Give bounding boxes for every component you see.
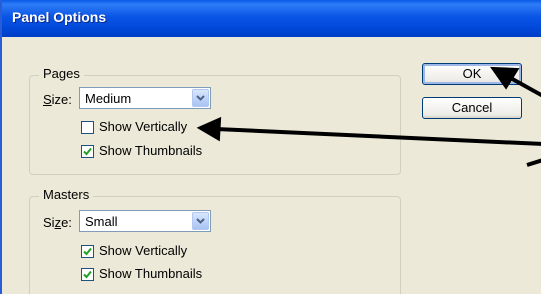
ok-button[interactable]: OK xyxy=(422,63,522,85)
chevron-down-icon[interactable] xyxy=(192,212,209,230)
dialog-title: Panel Options xyxy=(12,9,107,25)
pages-size-label: Size: xyxy=(43,92,72,107)
pages-group-label: Pages xyxy=(39,66,84,81)
pages-show-vertically-label: Show Vertically xyxy=(99,119,188,134)
masters-size-label: Size: xyxy=(43,215,72,230)
title-bar[interactable]: Panel Options xyxy=(2,0,541,37)
masters-size-label-first: Si xyxy=(43,215,55,230)
checkmark-icon xyxy=(83,270,92,279)
pages-size-label-rest: ize: xyxy=(51,92,72,107)
masters-show-vertically-checkbox[interactable] xyxy=(81,245,94,258)
checkmark-icon xyxy=(83,147,92,156)
pages-show-thumbnails-checkbox[interactable] xyxy=(81,145,94,158)
pages-size-select[interactable]: Medium xyxy=(79,87,211,109)
checkmark-icon xyxy=(83,247,92,256)
masters-size-select[interactable]: Small xyxy=(79,210,211,232)
pages-show-vertically-checkbox[interactable] xyxy=(81,121,94,134)
masters-size-label-rest: e: xyxy=(61,215,72,230)
masters-size-value: Small xyxy=(85,214,118,229)
masters-show-thumbnails-checkbox[interactable] xyxy=(81,268,94,281)
pages-show-thumbnails-label: Show Thumbnails xyxy=(99,143,203,158)
panel-options-dialog: Panel Options Pages Size: Medium Show Ve… xyxy=(0,0,541,294)
pages-size-label-accel: S xyxy=(43,92,52,107)
annotation-arrow-partial xyxy=(526,158,541,167)
cancel-button[interactable]: Cancel xyxy=(422,97,522,119)
pages-size-value: Medium xyxy=(85,91,132,106)
masters-show-vertically-label: Show Vertically xyxy=(99,243,188,258)
masters-show-thumbnails-label: Show Thumbnails xyxy=(99,266,203,281)
masters-group-label: Masters xyxy=(39,187,94,202)
chevron-down-icon[interactable] xyxy=(192,89,209,107)
